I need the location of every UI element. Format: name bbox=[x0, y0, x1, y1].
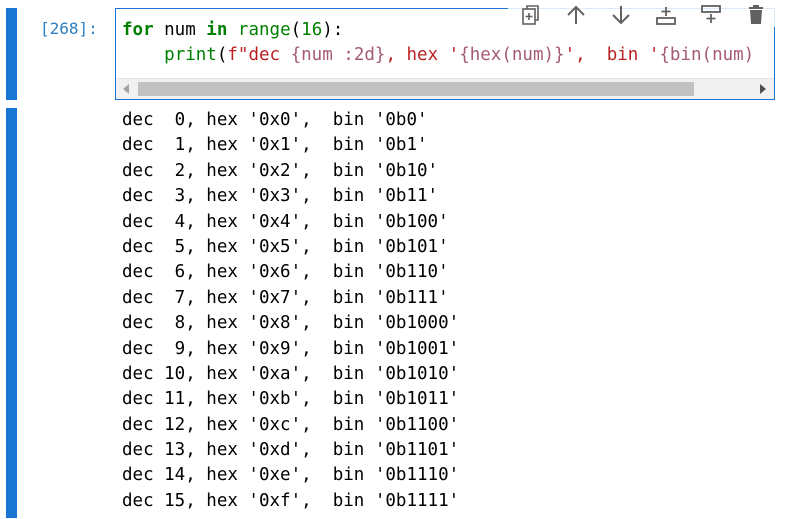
builtin-print: print bbox=[164, 45, 217, 65]
cell-toolbar bbox=[508, 3, 778, 27]
cell-execution-count: [268]: bbox=[40, 19, 98, 38]
var-num: num bbox=[153, 20, 207, 40]
duplicate-icon bbox=[521, 5, 539, 25]
insert-below-button[interactable] bbox=[688, 3, 733, 27]
code-line-2: print(f"dec {num :2d}, hex '{hex(num)}',… bbox=[122, 43, 754, 68]
output-line: dec 5, hex '0x5', bin '0b101' bbox=[122, 236, 449, 257]
number-literal: 16 bbox=[301, 20, 323, 40]
delete-cell-button[interactable] bbox=[733, 3, 778, 27]
fstring-field-2: {hex(num)} bbox=[459, 45, 565, 65]
horizontal-scrollbar[interactable] bbox=[116, 78, 774, 99]
scroll-left-icon[interactable] bbox=[123, 84, 129, 94]
output-line: dec 12, hex '0xc', bin '0b1100' bbox=[122, 414, 460, 435]
output-line: dec 9, hex '0x9', bin '0b1001' bbox=[122, 338, 460, 359]
output-line: dec 8, hex '0x8', bin '0b1000' bbox=[122, 313, 460, 334]
output-cell-bar[interactable] bbox=[6, 108, 17, 518]
output-line: dec 10, hex '0xa', bin '0b1010' bbox=[122, 363, 460, 384]
output-line: dec 0, hex '0x0', bin '0b0' bbox=[122, 110, 428, 130]
output-line: dec 4, hex '0x4', bin '0b100' bbox=[122, 211, 449, 232]
keyword-for: for bbox=[122, 20, 154, 40]
output-line: dec 6, hex '0x6', bin '0b110' bbox=[122, 262, 449, 283]
fstring-part-2: , hex ' bbox=[385, 45, 460, 65]
output-line: dec 2, hex '0x2', bin '0b10' bbox=[122, 160, 439, 181]
move-up-button[interactable] bbox=[553, 3, 598, 27]
paren-open: ( bbox=[290, 20, 302, 40]
output-line: dec 1, hex '0x1', bin '0b1' bbox=[122, 135, 428, 156]
cell-output: dec 0, hex '0x0', bin '0b0' dec 1, hex '0… bbox=[122, 108, 459, 514]
fstring-part-3: ', bin ' bbox=[564, 45, 660, 65]
paren-close-colon: ): bbox=[322, 20, 344, 40]
paren-open: ( bbox=[216, 45, 228, 65]
move-down-button[interactable] bbox=[598, 3, 643, 27]
insert-above-button[interactable] bbox=[643, 3, 688, 27]
builtin-range: range bbox=[237, 20, 291, 40]
scrollbar-thumb[interactable] bbox=[138, 82, 694, 96]
arrow-down-icon bbox=[611, 6, 630, 25]
output-line: dec 7, hex '0x7', bin '0b111' bbox=[122, 287, 449, 308]
keyword-in: in bbox=[206, 20, 228, 40]
output-line: dec 11, hex '0xb', bin '0b1011' bbox=[122, 389, 460, 410]
fstring-field-1: {num :2d} bbox=[290, 45, 386, 65]
arrow-up-icon bbox=[566, 5, 585, 24]
output-line: dec 13, hex '0xd', bin '0b1101' bbox=[122, 440, 460, 461]
output-line: dec 3, hex '0x3', bin '0b11' bbox=[122, 186, 439, 207]
output-line: dec 14, hex '0xe', bin '0b1110' bbox=[122, 465, 460, 486]
insert-above-icon bbox=[655, 7, 676, 25]
scroll-right-icon[interactable] bbox=[760, 84, 766, 94]
duplicate-cell-button[interactable] bbox=[508, 3, 553, 27]
insert-below-icon bbox=[700, 5, 721, 23]
output-line: dec 15, hex '0xf', bin '0b1111' bbox=[122, 490, 460, 511]
fstring-field-3: {bin(num) bbox=[659, 45, 755, 65]
code-cell-selection-bar[interactable] bbox=[6, 8, 17, 100]
trash-icon bbox=[748, 5, 763, 24]
fstring-part-1: f"dec bbox=[227, 45, 291, 65]
